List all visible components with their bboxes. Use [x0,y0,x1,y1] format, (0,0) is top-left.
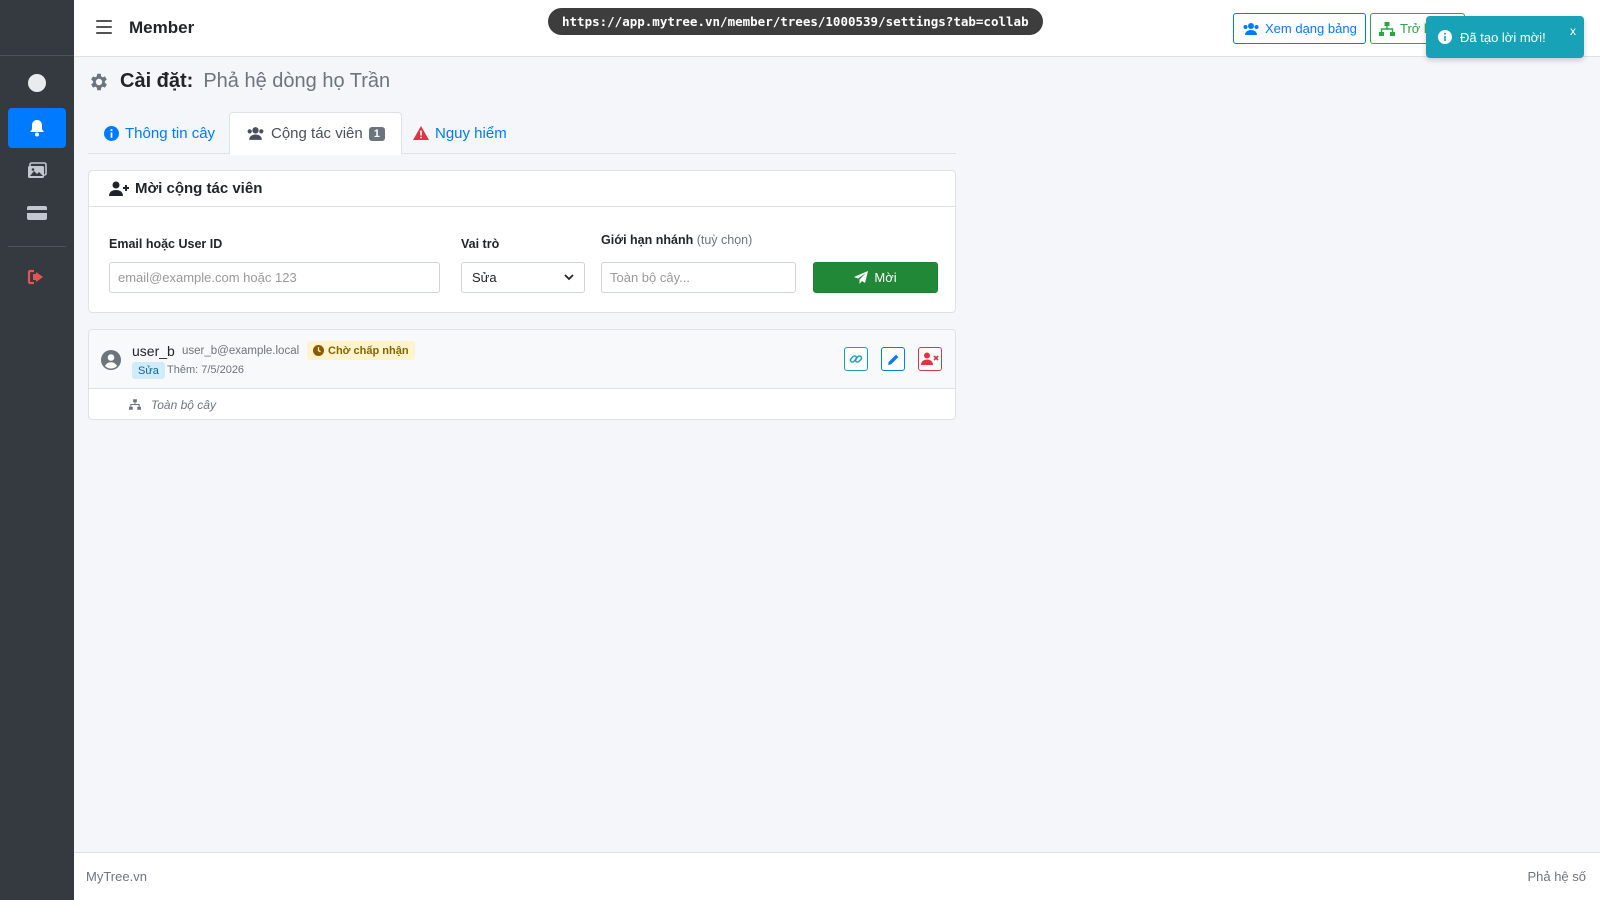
role-badge: Sửa [132,362,165,379]
sidebar [0,0,74,900]
table-view-button[interactable]: Xem dạng bảng [1233,13,1366,44]
warning-triangle-icon [413,126,429,140]
collaborator-username: user_b [132,343,175,359]
branch-limit-optional: (tuỳ chọn) [696,233,753,247]
collaborator-scope: Toàn bộ cây [89,389,955,420]
scope-text: Toàn bộ cây [151,397,216,412]
branch-limit-input[interactable] [601,262,796,293]
info-circle-icon [1438,30,1452,44]
gear-icon [91,73,107,90]
menu-toggle-icon[interactable] [96,20,112,34]
footer: MyTree.vn Phả hệ số [74,852,1600,900]
app-title: Member [129,18,195,37]
branch-limit-label-text: Giới hạn nhánh [601,233,694,247]
collaborator-email: user_b@example.local [182,345,300,357]
sitemap-icon [129,399,141,410]
table-view-label: Xem dạng bảng [1265,21,1357,36]
tab-label: Cộng tác viên [271,125,363,142]
images-icon [28,161,47,178]
sidebar-item-avatar[interactable] [8,63,66,103]
user-circle-icon [28,74,46,92]
email-input[interactable] [109,262,440,293]
tab-label: Nguy hiểm [435,124,507,142]
tab-tree-info[interactable]: Thông tin cây [88,112,231,154]
list-item: user_b user_b@example.local Chờ chấp nhậ… [89,330,955,389]
sitemap-icon [1379,21,1395,36]
collaborator-list: user_b user_b@example.local Chờ chấp nhậ… [88,329,956,420]
invite-card-title: Mời cộng tác viên [135,180,263,197]
credit-card-icon [27,206,47,220]
sidebar-item-billing[interactable] [8,193,66,233]
user-plus-icon [109,181,129,196]
page-title: Cài đặt: Phả hệ dòng họ Trần [88,70,390,93]
email-label: Email hoặc User ID [109,237,223,251]
toast-message: Đã tạo lời mời! [1460,29,1546,45]
toast-close-button[interactable]: x [1570,24,1576,38]
success-toast: Đã tạo lời mời! x [1426,16,1584,58]
sidebar-item-gallery[interactable] [8,150,66,190]
sidebar-brand [0,0,74,56]
clock-icon [313,345,324,356]
status-text: Chờ chấp nhận [328,344,409,357]
chevron-down-icon [564,274,574,281]
tree-name: Phả hệ dòng họ Trần [203,70,391,92]
paper-plane-icon [854,271,869,284]
info-circle-icon [104,125,119,141]
invite-card: Mời cộng tác viên Email hoặc User ID Vai… [88,170,956,313]
copy-link-button[interactable] [844,347,868,371]
user-avatar-icon [101,350,121,370]
settings-tabs: Thông tin cây Cộng tác viên 1 Nguy hiểm [88,112,956,155]
footer-brand: MyTree.vn [86,869,147,884]
pencil-icon [887,354,898,365]
branch-limit-label: Giới hạn nhánh (tuỳ chọn) [601,233,752,247]
invite-card-header: Mời cộng tác viên [89,171,955,207]
users-icon [1243,22,1259,35]
sidebar-item-notifications[interactable] [8,108,66,148]
footer-tagline: Phả hệ số [1527,869,1586,884]
sidebar-divider [8,246,66,247]
role-label: Vai trò [461,237,500,251]
tab-danger[interactable]: Nguy hiểm [397,112,523,154]
user-times-icon [921,352,939,365]
tab-collaborators[interactable]: Cộng tác viên 1 [229,112,402,155]
users-icon [247,127,264,140]
edit-collaborator-button[interactable] [881,347,905,371]
sign-out-icon [27,269,43,285]
remove-collaborator-button[interactable] [918,347,942,371]
top-navbar: Member https://app.mytree.vn/member/tree… [74,0,1600,57]
bell-icon [30,120,44,137]
invite-submit-button[interactable]: Mời [813,262,938,293]
settings-label: Cài đặt: [120,70,194,92]
invite-submit-label: Mời [874,270,897,285]
collaborator-count-badge: 1 [368,126,385,141]
tab-label: Thông tin cây [125,124,216,142]
url-bar[interactable]: https://app.mytree.vn/member/trees/10005… [548,8,1043,35]
role-select[interactable]: Sửa [461,262,585,293]
role-select-value: Sửa [472,270,497,285]
status-badge: Chờ chấp nhận [307,341,415,360]
link-icon [849,355,863,363]
sidebar-item-logout[interactable] [8,257,66,297]
added-date: Thêm: 7/5/2026 [167,364,245,376]
